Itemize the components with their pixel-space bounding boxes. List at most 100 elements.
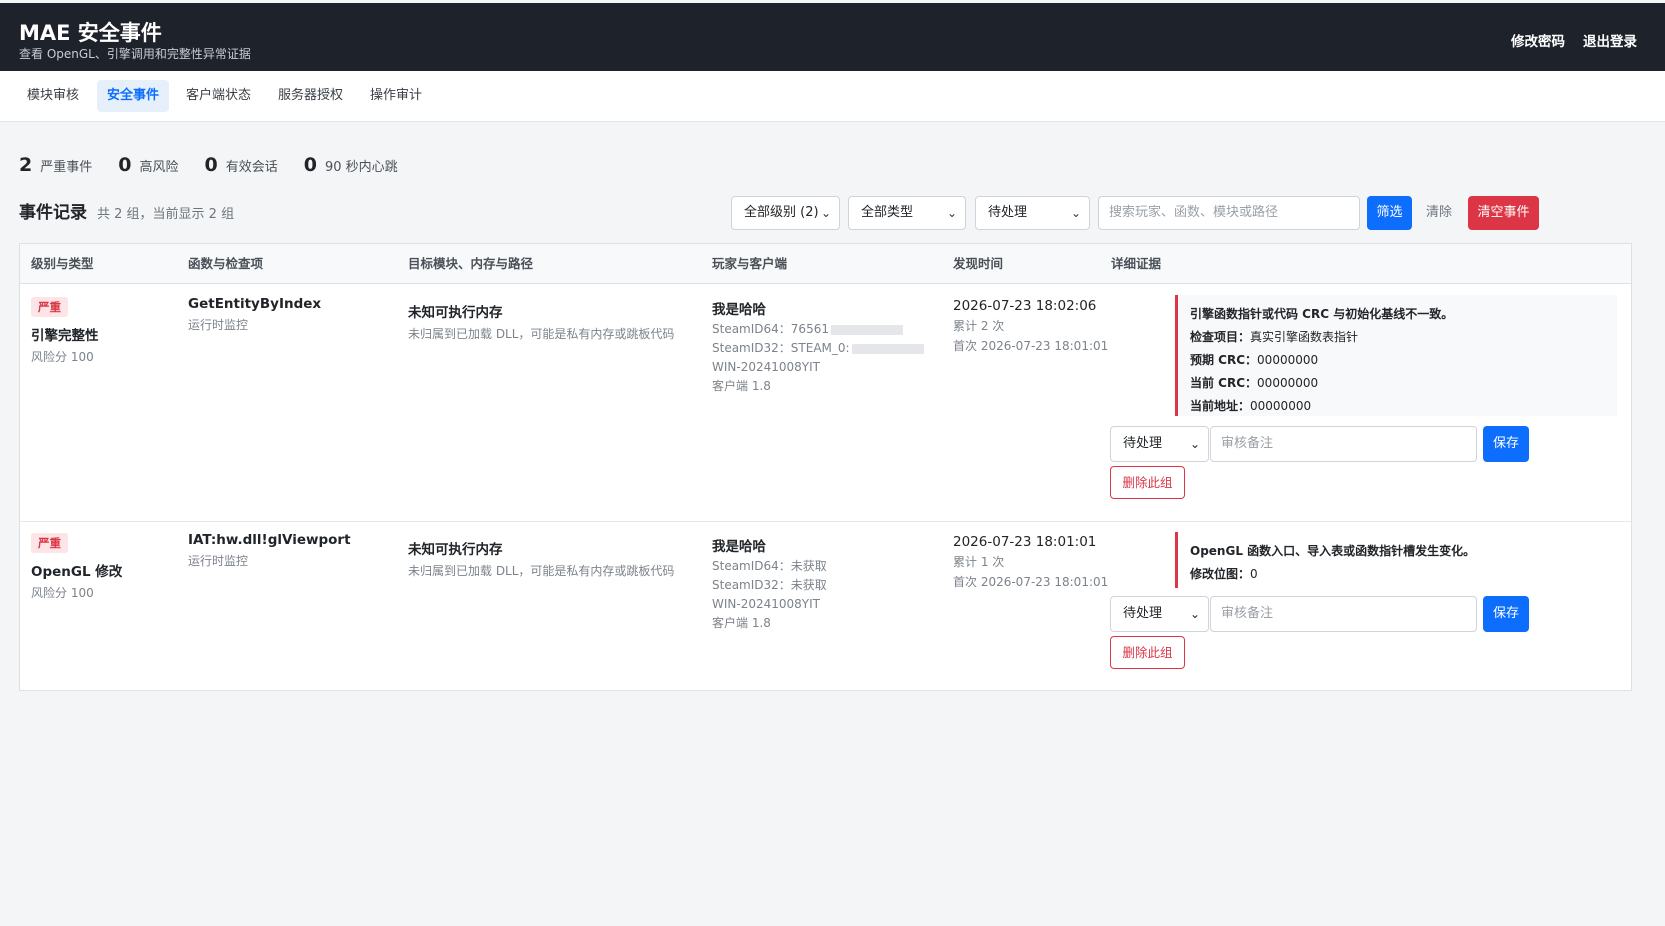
evidence-box: OpenGL 函数入口、导入表或函数指针槽发生变化。 修改位图：0 [1175,532,1617,588]
severity-badge: 严重 [31,533,68,553]
steamid32: SteamID32：未获取 [712,578,827,592]
event-type: OpenGL 修改 [31,564,123,580]
time-cell: 2026-07-23 18:01:01 累计 1 次 首次 2026-07-23… [953,532,1108,592]
target-module: 未知可执行内存 [408,542,503,558]
status-select-value: 待处理 [1123,436,1163,451]
level-type-cell: 严重 引擎完整性 风险分 100 [31,297,99,365]
evidence-value: 0 [1250,567,1258,581]
event-type: 引擎完整性 [31,328,99,344]
col-function-check: 函数与检查项 [188,256,264,271]
delete-group-button[interactable]: 删除此组 [1110,636,1185,669]
target-desc: 未归属到已加载 DLL，可能是私有内存或跳板代码 [408,564,675,578]
client-version: 客户端 1.8 [712,616,771,630]
evidence-key: 当前地址： [1190,399,1251,413]
logout-link[interactable]: 退出登录 [1583,30,1637,50]
clear-filter-button[interactable]: 清除 [1419,196,1459,230]
player-name: 我是哈哈 [712,539,766,555]
stat-label: 严重事件 [40,160,93,175]
records-header: 事件记录 共 2 组，当前显示 2 组 [19,198,234,223]
redacted-area [830,324,903,335]
clear-events-button[interactable]: 清空事件 [1468,196,1539,230]
change-password-link[interactable]: 修改密码 [1511,30,1565,50]
chevron-down-icon: ⌄ [1189,607,1200,621]
evidence-box: 引擎函数指针或代码 CRC 与初始化基线不一致。 检查项目：真实引擎函数表指针 … [1175,295,1617,416]
last-seen-time: 2026-07-23 18:02:06 [953,298,1097,314]
evidence-key: 当前 CRC： [1190,376,1258,390]
target-cell: 未知可执行内存 未归属到已加载 DLL，可能是私有内存或跳板代码 [408,538,674,579]
type-filter-select[interactable]: 全部类型 ⌄ [848,196,966,230]
status-filter-value: 待处理 [988,205,1028,220]
search-input[interactable]: 搜索玩家、函数、模块或路径 [1098,196,1360,230]
evidence-line: 当前地址：00000000 [1190,395,1605,418]
delete-group-button[interactable]: 删除此组 [1110,466,1185,499]
evidence-key: 预期 CRC： [1190,353,1258,367]
status-filter-select[interactable]: 待处理 ⌄ [975,196,1090,230]
target-cell: 未知可执行内存 未归属到已加载 DLL，可能是私有内存或跳板代码 [408,301,674,342]
app-subtitle: 查看 OpenGL、引擎调用和完整性异常证据 [19,47,251,61]
last-seen-time: 2026-07-23 18:01:01 [953,534,1097,550]
col-time: 发现时间 [953,256,1004,271]
records-title: 事件记录 [19,203,87,223]
evidence-title: OpenGL 函数入口、导入表或函数指针槽发生变化。 [1190,544,1476,558]
chevron-down-icon: ⌄ [1189,437,1200,451]
steamid64-text: SteamID64：76561 [712,322,829,336]
col-target: 目标模块、内存与路径 [408,256,534,271]
level-type-cell: 严重 OpenGL 修改 风险分 100 [31,533,122,601]
evidence-key: 检查项目： [1190,330,1251,344]
machine-name: WIN-20241008YIT [712,597,820,611]
tab-client-status[interactable]: 客户端状态 [176,80,261,112]
stat-value: 0 [118,154,132,176]
col-player-client: 玩家与客户端 [712,256,788,271]
level-filter-select[interactable]: 全部级别 (2) ⌄ [731,196,840,230]
target-desc: 未归属到已加载 DLL，可能是私有内存或跳板代码 [408,327,675,341]
tab-module-review[interactable]: 模块审核 [17,80,89,112]
nav-tabs: 模块审核 安全事件 客户端状态 服务器授权 操作审计 [0,71,1665,122]
header-actions: 修改密码 退出登录 [1511,30,1637,50]
machine-name: WIN-20241008YIT [712,360,820,374]
review-note-input[interactable]: 审核备注 [1210,426,1477,462]
status-select[interactable]: 待处理 ⌄ [1110,426,1209,462]
table-header: 级别与类型 函数与检查项 目标模块、内存与路径 玩家与客户端 发现时间 详细证据 [20,244,1631,284]
function-name: IAT:hw.dll!glViewport [188,532,351,548]
tab-security-events[interactable]: 安全事件 [97,80,170,112]
evidence-title: 引擎函数指针或代码 CRC 与初始化基线不一致。 [1190,307,1454,321]
records-summary: 共 2 组，当前显示 2 组 [97,207,235,222]
first-seen-time: 首次 2026-07-23 18:01:01 [953,339,1109,353]
first-seen-time: 首次 2026-07-23 18:01:01 [953,575,1109,589]
evidence-line: 修改位图：0 [1190,563,1605,586]
steamid32-text: SteamID32：STEAM_0: [712,341,850,355]
function-name: GetEntityByIndex [188,296,322,312]
status-select[interactable]: 待处理 ⌄ [1110,596,1209,632]
chevron-down-icon: ⌄ [1070,206,1081,220]
top-bar: MAE 安全事件 查看 OpenGL、引擎调用和完整性异常证据 修改密码 退出登… [0,3,1665,71]
steamid64: SteamID64：未获取 [712,559,827,573]
review-note-input[interactable]: 审核备注 [1210,596,1477,632]
status-select-value: 待处理 [1123,606,1163,621]
function-cell: IAT:hw.dll!glViewport 运行时监控 [188,532,351,569]
save-button[interactable]: 保存 [1483,596,1529,632]
evidence-value: 00000000 [1250,399,1312,413]
col-level-type: 级别与类型 [31,256,94,271]
evidence-key: 修改位图： [1190,567,1251,581]
evidence-line: 预期 CRC：00000000 [1190,349,1605,372]
evidence-value: 真实引擎函数表指针 [1250,330,1359,344]
save-button[interactable]: 保存 [1483,426,1529,462]
target-module: 未知可执行内存 [408,305,503,321]
tab-server-auth[interactable]: 服务器授权 [268,80,353,112]
col-evidence: 详细证据 [1111,256,1162,271]
type-filter-value: 全部类型 [861,205,914,220]
filter-button[interactable]: 筛选 [1367,196,1412,230]
check-item: 运行时监控 [188,318,249,332]
table-row: 严重 引擎完整性 风险分 100 GetEntityByIndex 运行时监控 … [20,284,1631,522]
stats-bar: 2 严重事件 0 高风险 0 有效会话 0 90 秒内心跳 [19,154,424,176]
evidence-value: 00000000 [1257,353,1319,367]
stat-label: 高风险 [139,160,179,175]
redacted-area [851,343,924,354]
client-version: 客户端 1.8 [712,379,771,393]
risk-score: 风险分 100 [31,350,94,364]
stat-label: 90 秒内心跳 [324,160,398,175]
stat-label: 有效会话 [225,160,278,175]
tab-audit[interactable]: 操作审计 [360,80,432,112]
app-title: MAE 安全事件 [19,21,162,45]
table-row: 严重 OpenGL 修改 风险分 100 IAT:hw.dll!glViewpo… [20,522,1631,692]
